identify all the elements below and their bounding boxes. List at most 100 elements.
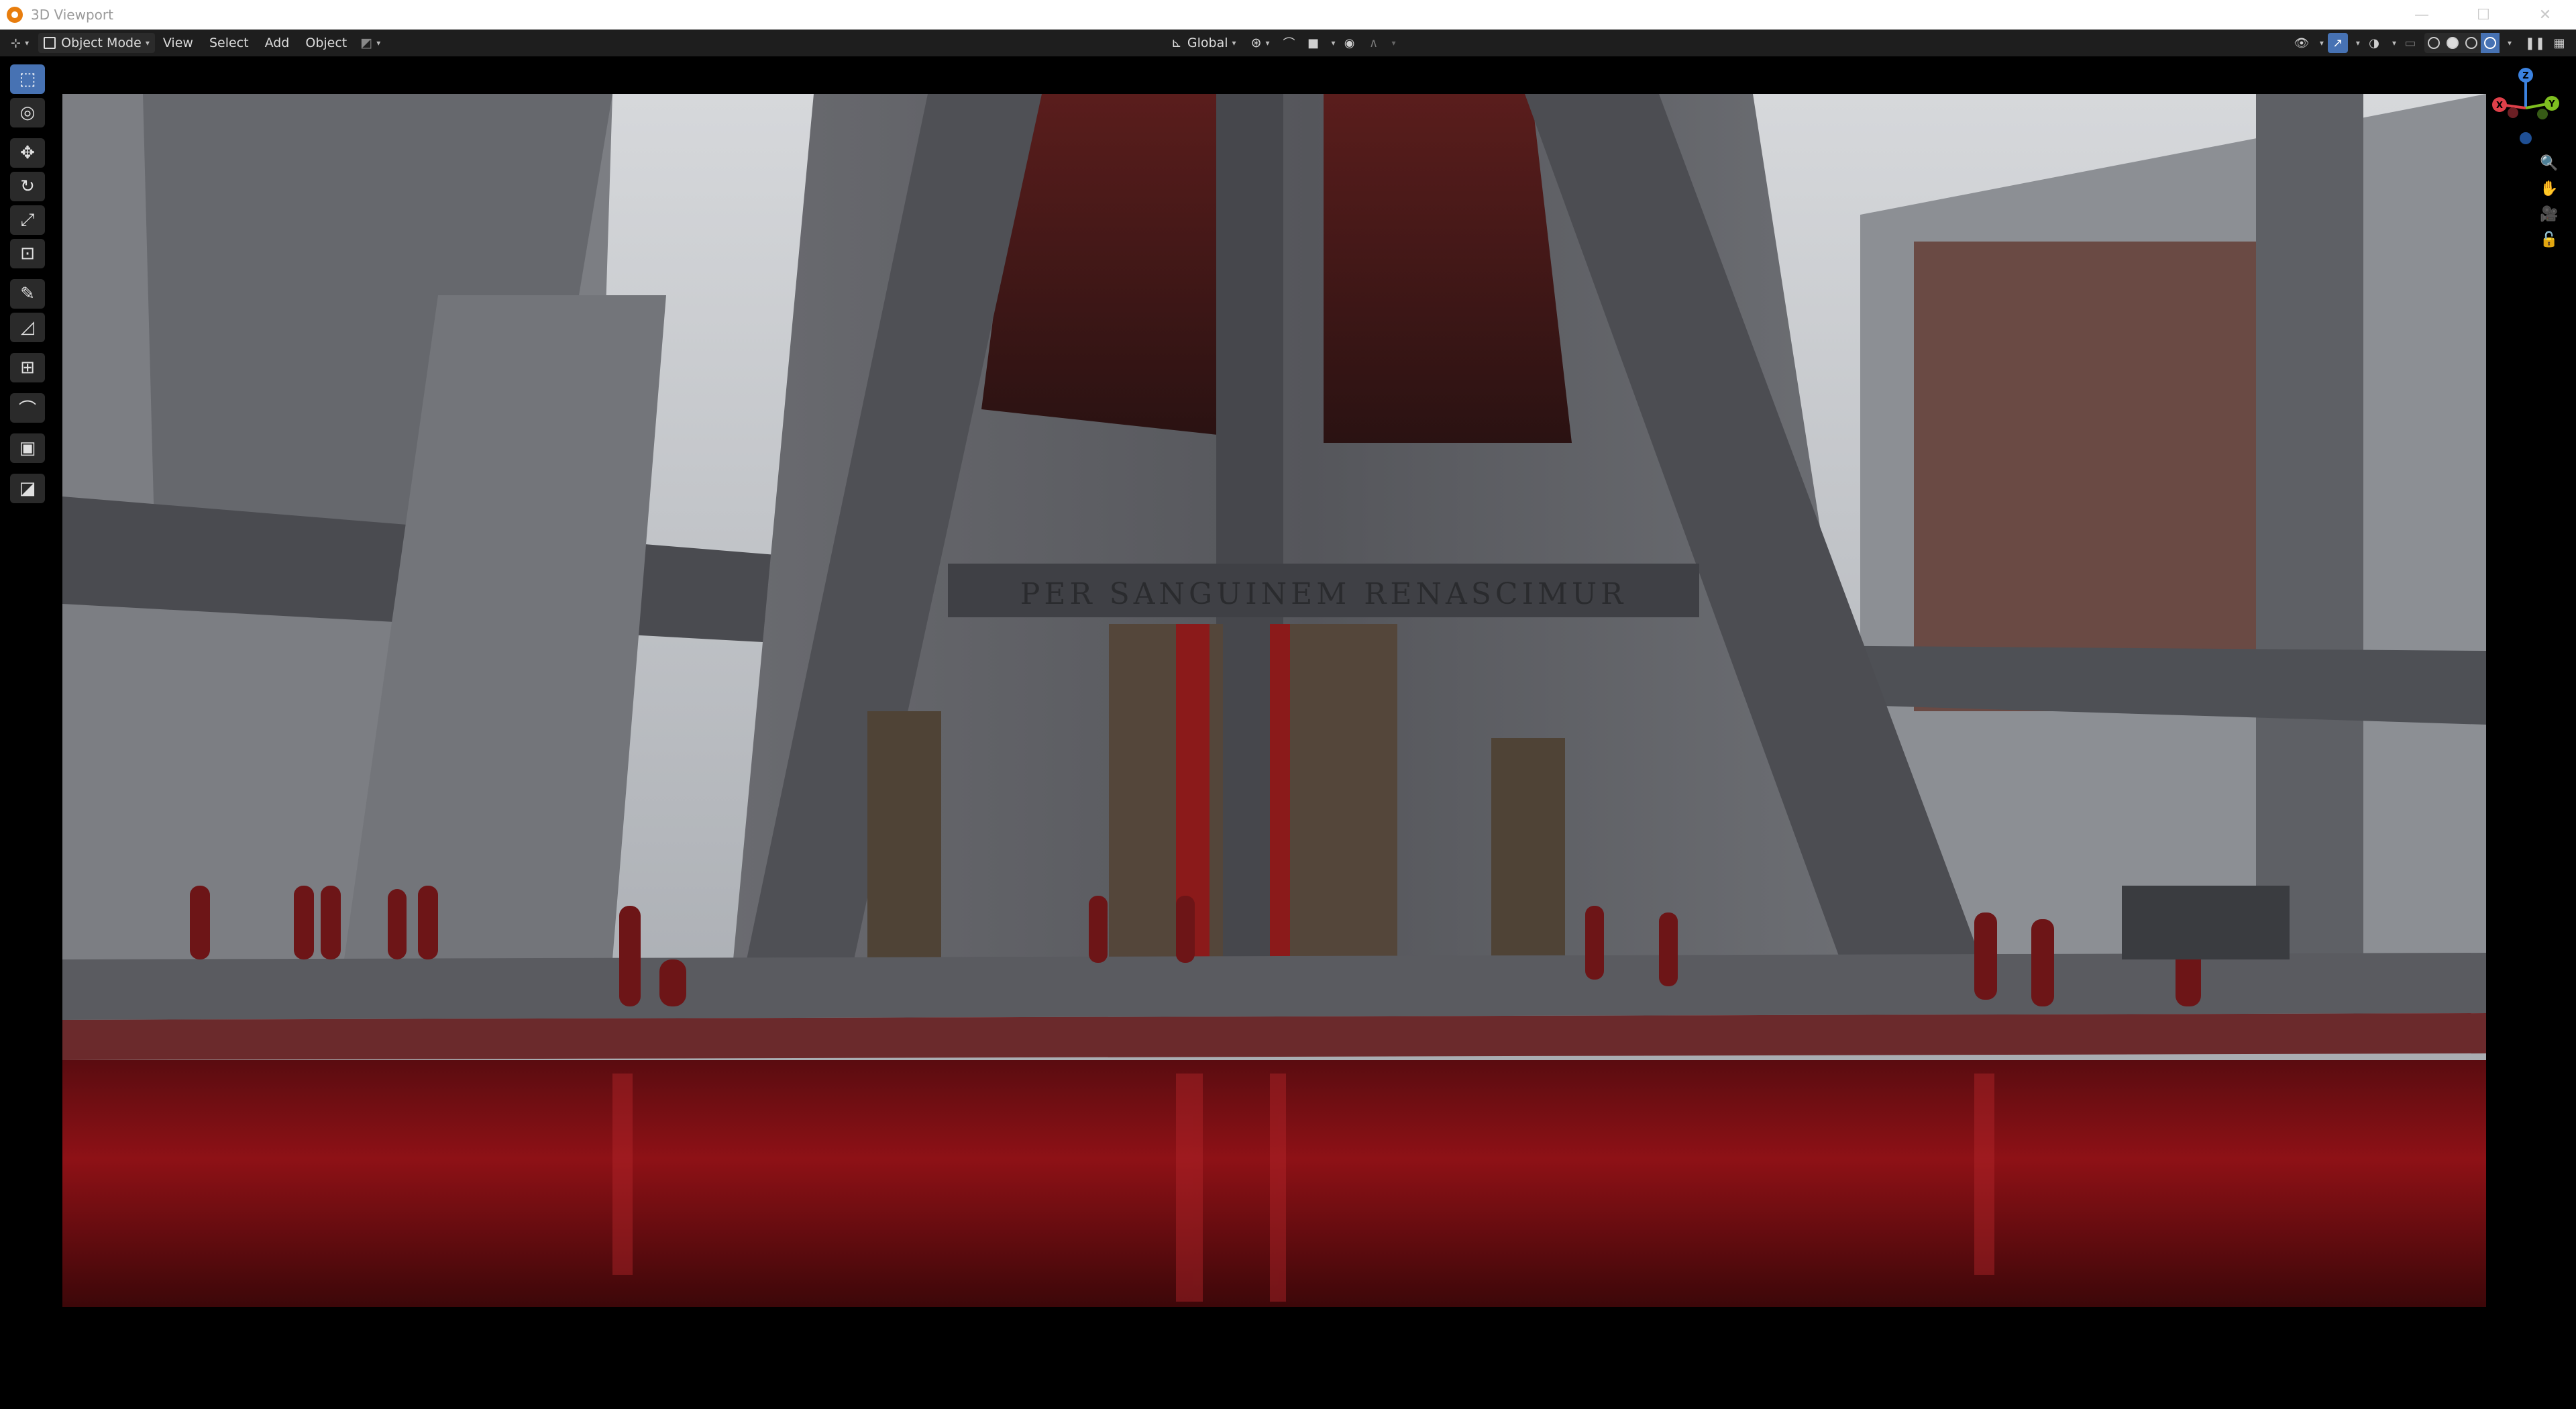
- tool-shelf: ⬚ ◎ ✥ ↻ ⤢ ⊡ ✎ ◿ ⊞ ⌒ ▣ ◪: [7, 64, 48, 507]
- overlays-toggle[interactable]: ◑: [2364, 33, 2384, 53]
- camera-view-button[interactable]: 🎥: [2539, 204, 2559, 224]
- chevron-down-icon[interactable]: ▾: [1392, 38, 1396, 48]
- falloff-select[interactable]: ∧: [1364, 33, 1384, 53]
- eye-icon: 👁: [2294, 36, 2310, 50]
- orientation-label: Global: [1187, 36, 1228, 50]
- material-icon: [2465, 37, 2477, 49]
- rotate-icon: ↻: [20, 176, 35, 197]
- visibility-select[interactable]: 👁: [2292, 33, 2312, 53]
- walkway-edge: [62, 1013, 2486, 1060]
- sidebar-toggle[interactable]: ❚❚: [2525, 33, 2545, 53]
- chevron-down-icon: ▾: [1265, 38, 1270, 48]
- menu-view[interactable]: View: [155, 33, 201, 53]
- viewport-header: ⊹ ▾ Object Mode ▾ View Select Add Object …: [0, 30, 2576, 56]
- chevron-down-icon[interactable]: ▾: [2392, 38, 2396, 48]
- window-controls: — ☐ ✕: [2391, 0, 2576, 30]
- shading-wireframe-button[interactable]: [2424, 33, 2443, 53]
- y-axis-label: Y: [2548, 99, 2555, 109]
- menu-add[interactable]: Add: [257, 33, 298, 53]
- inscription-text: PER SANGUINEM RENASCIMUR: [1020, 577, 1627, 611]
- annotate-icon: ✎: [20, 284, 35, 304]
- red-banner-right: [1270, 624, 1290, 959]
- chevron-down-icon: ▾: [1232, 38, 1236, 48]
- chevron-down-icon[interactable]: ▾: [2320, 38, 2324, 48]
- mode-select[interactable]: Object Mode ▾: [38, 33, 155, 53]
- menu-select[interactable]: Select: [201, 33, 257, 53]
- vehicle: [2122, 886, 2290, 959]
- transform-icon: ⊡: [20, 244, 35, 264]
- chevron-down-icon: ▾: [376, 38, 381, 48]
- right-pillar: [2256, 94, 2363, 959]
- xray-toggle[interactable]: ▭: [2400, 33, 2420, 53]
- proportional-edit-toggle[interactable]: ◉: [1340, 33, 1360, 53]
- navigation-gizmo[interactable]: Z X Y: [2475, 64, 2576, 158]
- xray-icon: ▭: [2404, 36, 2416, 50]
- pivot-point-select[interactable]: ⊛ ▾: [1246, 33, 1275, 53]
- snap-target-select[interactable]: ■: [1303, 33, 1324, 53]
- falloff-icon: ∧: [1368, 36, 1379, 50]
- shading-material-button[interactable]: [2462, 33, 2481, 53]
- add-image-tool[interactable]: ▣: [10, 433, 45, 463]
- curve-tool[interactable]: ⌒: [10, 393, 45, 423]
- chevron-down-icon[interactable]: ▾: [2356, 38, 2360, 48]
- annotate-tool[interactable]: ✎: [10, 279, 45, 309]
- scale-icon: ⤢: [20, 209, 35, 230]
- header-right-tools: 👁 ▾ ↗ ▾ ◑ ▾ ▭ ▾ ❚❚ ▦: [2292, 33, 2569, 53]
- zoom-icon: 🔍: [2540, 154, 2559, 172]
- door-side-right: [1491, 738, 1565, 959]
- move-tool[interactable]: ✥: [10, 138, 45, 168]
- transform-orientation-select[interactable]: ⊾ Global ▾: [1166, 33, 1242, 53]
- stained-glass-right: [1324, 94, 1572, 443]
- rotate-tool[interactable]: ↻: [10, 172, 45, 201]
- editor-options-button[interactable]: ▦: [2549, 33, 2569, 53]
- wireframe-icon: [2427, 37, 2440, 49]
- render-scene: PER SANGUINEM RENASCIMUR: [62, 94, 2486, 1307]
- neg-z-axis-handle[interactable]: [2520, 132, 2532, 144]
- neg-x-axis-handle[interactable]: [2508, 107, 2518, 118]
- transform-tool[interactable]: ⊡: [10, 239, 45, 268]
- header-center-tools: ⊾ Global ▾ ⊛ ▾ ⌒ ■ ▾ ◉ ∧ ▾: [1166, 33, 1396, 53]
- rendered-icon: [2483, 37, 2496, 49]
- gizmo-icon: ↗: [2332, 36, 2343, 50]
- viewport-render[interactable]: PER SANGUINEM RENASCIMUR: [62, 94, 2486, 1307]
- gpencil-layer-button[interactable]: ◩ ▾: [355, 33, 386, 53]
- x-axis-label: X: [2496, 101, 2503, 111]
- chevron-down-icon[interactable]: ▾: [1332, 38, 1336, 48]
- pan-button[interactable]: ✋: [2539, 178, 2559, 199]
- steps: [62, 953, 2486, 1020]
- editor-type-button[interactable]: ⊹ ▾: [5, 33, 34, 53]
- minimize-button[interactable]: —: [2391, 0, 2453, 30]
- chevron-down-icon: ▾: [25, 38, 30, 48]
- select-box-tool[interactable]: ⬚: [10, 64, 45, 94]
- pivot-icon: ⊛: [1250, 36, 1262, 50]
- zoom-button[interactable]: 🔍: [2539, 153, 2559, 173]
- mode-label: Object Mode: [61, 36, 142, 50]
- add-cube-tool[interactable]: ⊞: [10, 353, 45, 382]
- door-side-left: [867, 711, 941, 959]
- draw-icon: ◪: [19, 478, 36, 499]
- shading-solid-button[interactable]: [2443, 33, 2462, 53]
- gizmo-toggle[interactable]: ↗: [2327, 33, 2348, 53]
- proportional-edit-icon: ◉: [1344, 36, 1355, 50]
- select-box-icon: ⬚: [19, 69, 36, 89]
- cursor-tool[interactable]: ◎: [10, 98, 45, 127]
- window-title-bar: 3D Viewport — ☐ ✕: [0, 0, 2576, 30]
- z-axis-label: Z: [2522, 71, 2528, 81]
- chevron-down-icon[interactable]: ▾: [2508, 38, 2512, 48]
- gpencil-icon: ◩: [360, 36, 373, 50]
- close-button[interactable]: ✕: [2514, 0, 2576, 30]
- orientation-icon: ⊾: [1171, 36, 1182, 50]
- editor-type-icon: ⊹: [11, 36, 21, 50]
- shading-rendered-button[interactable]: [2480, 33, 2500, 53]
- menu-object[interactable]: Object: [297, 33, 355, 53]
- scale-tool[interactable]: ⤢: [10, 205, 45, 235]
- door-right: [1283, 624, 1397, 959]
- viewport-nav-tools: 🔍 ✋ 🎥 🔓: [2539, 153, 2559, 250]
- neg-y-axis-handle[interactable]: [2537, 109, 2548, 119]
- draw-tool[interactable]: ◪: [10, 474, 45, 503]
- camera-icon: 🎥: [2540, 205, 2559, 223]
- measure-tool[interactable]: ◿: [10, 313, 45, 342]
- snap-toggle[interactable]: ⌒: [1279, 33, 1299, 53]
- lock-view-button[interactable]: 🔓: [2539, 229, 2559, 250]
- maximize-button[interactable]: ☐: [2453, 0, 2514, 30]
